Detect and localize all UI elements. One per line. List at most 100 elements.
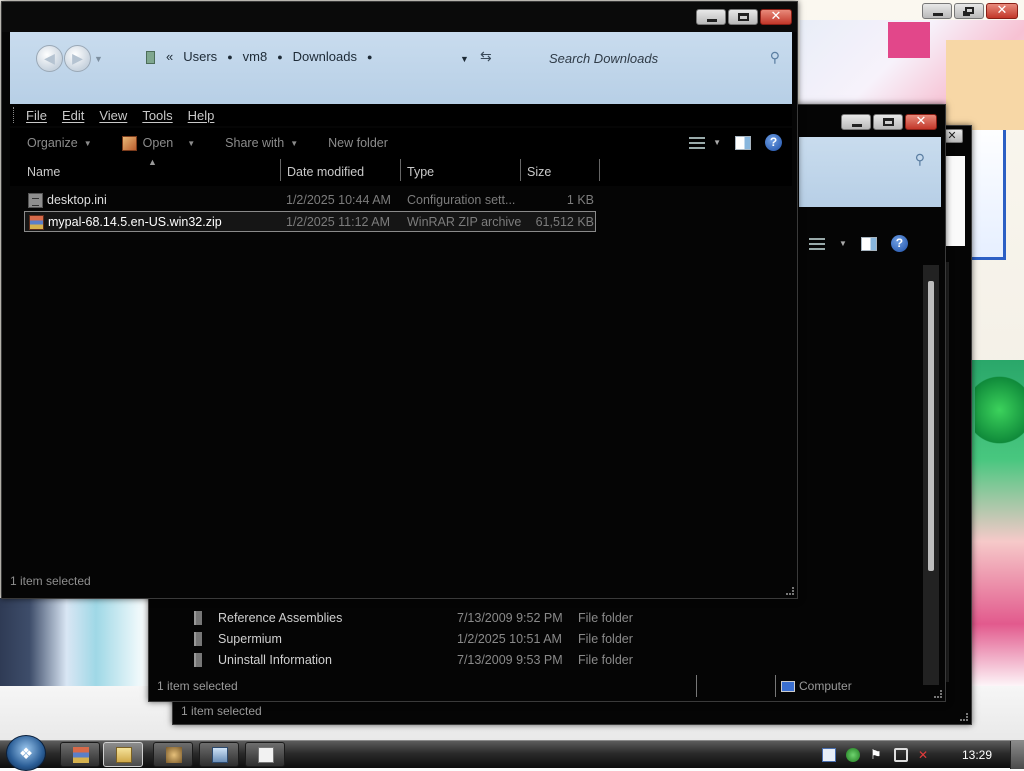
sort-ascending-icon: ▲ [148,157,157,167]
taskbar-button-explorer[interactable] [103,742,143,767]
new-folder-button[interactable]: New folder [328,136,388,150]
scrollbar-thumb[interactable] [928,281,934,571]
menu-view[interactable]: View [99,108,127,123]
file-row[interactable]: desktop.ini 1/2/2025 10:44 AM Configurat… [24,190,596,211]
change-view-icon[interactable] [809,237,825,250]
breadcrumb: « Users ● vm8 ● Downloads ● [166,49,372,64]
command-bar: Organize ▼ Open ▼ Share with ▼ New folde… [10,128,792,158]
volume-muted-icon[interactable]: ✕ [918,748,932,762]
search-icon[interactable]: ⚲ [915,151,925,168]
back-button[interactable]: ◀ [36,45,63,72]
clock[interactable]: 13:29 [944,748,1010,762]
winrar-archive-icon [29,215,44,230]
column-divider[interactable] [280,159,281,181]
chevron-down-icon[interactable]: ▼ [839,239,847,248]
restore-button[interactable] [954,3,984,19]
open-button[interactable]: Open ▼ [121,135,196,151]
breadcrumb-overflow[interactable]: « [166,49,173,64]
change-view-icon[interactable] [689,136,706,149]
close-button[interactable]: ✕ [760,9,792,25]
taskbar-button-network-program[interactable] [199,742,239,767]
help-icon[interactable]: ? [890,235,908,252]
menu-help[interactable]: Help [188,108,215,123]
menu-grip[interactable] [13,107,16,123]
wallpaper-lower-left-art [0,598,148,686]
resize-grip[interactable] [786,587,794,595]
breadcrumb-separator-icon[interactable]: ● [277,52,282,62]
vertical-scrollbar[interactable] [923,265,939,685]
recent-pages-chevron-icon[interactable]: ▼ [94,54,103,64]
search-input[interactable] [541,46,786,70]
share-with-button[interactable]: Share with ▼ [225,136,298,150]
taskbar-button-winrar[interactable] [60,742,100,767]
resize-grip[interactable] [934,690,942,698]
taskbar-button-notepad[interactable] [245,742,285,767]
start-button[interactable]: ❖ [6,735,46,771]
address-band-fragment: ⚲ [799,137,941,207]
list-item[interactable]: Supermium 1/2/2025 10:51 AM File folder [194,629,754,649]
breadcrumb-separator-icon[interactable]: ● [367,52,372,62]
minimize-button[interactable] [922,3,952,19]
explorer-window-downloads[interactable]: ✕ ◀ ▶ ▼ « Users ● vm8 ● Downloads ● ▼ ⇆ … [1,1,798,599]
address-history-chevron-icon[interactable]: ▼ [460,54,469,64]
menu-edit[interactable]: Edit [62,108,84,123]
back-arrow-icon: ◀ [44,50,55,66]
action-center-flag-icon[interactable]: ⚑ [870,748,884,762]
refresh-icon[interactable]: ⇆ [480,48,492,65]
settings-file-icon [28,193,43,208]
breadcrumb-users[interactable]: Users [183,49,217,64]
folder-location-icon [146,51,155,64]
column-divider[interactable] [599,159,600,181]
file-name: desktop.ini [47,193,107,207]
chevron-down-icon[interactable]: ▼ [713,138,721,147]
resize-grip[interactable] [960,713,968,721]
windows-logo-icon: ❖ [18,746,34,763]
column-divider[interactable] [520,159,521,181]
winrar-icon [73,747,89,763]
preview-pane-icon[interactable] [735,135,751,150]
search-box[interactable]: ⚲ [541,46,786,70]
close-button[interactable]: ✕ [905,114,937,130]
security-check-icon[interactable] [846,748,860,762]
column-header-date-modified[interactable]: Date modified [287,165,364,179]
file-row-selected[interactable]: mypal-68.14.5.en-US.win32.zip 1/2/2025 1… [24,211,596,232]
breadcrumb-separator-icon[interactable]: ● [227,52,232,62]
help-icon[interactable]: ? [765,134,782,151]
column-headers: ▲ Name Date modified Type Size [10,157,792,186]
organize-button[interactable]: Organize ▼ [27,136,92,150]
minimize-button[interactable] [696,9,726,25]
address-band: ◀ ▶ ▼ « Users ● vm8 ● Downloads ● ▼ ⇆ ⚲ [10,32,792,104]
column-header-name[interactable]: Name [27,165,60,179]
column-divider[interactable] [400,159,401,181]
menu-tools[interactable]: Tools [142,108,172,123]
breadcrumb-downloads[interactable]: Downloads [293,49,357,64]
list-item[interactable]: Uninstall Information 7/13/2009 9:53 PM … [194,650,754,670]
minimize-button[interactable] [841,114,871,130]
forward-button[interactable]: ▶ [64,45,91,72]
preview-pane-icon[interactable] [860,236,877,251]
network-icon[interactable] [894,748,908,762]
system-tray: ⚑ ✕ 13:29 [812,741,1024,769]
close-button[interactable]: ✕ [986,3,1018,19]
breadcrumb-vm8[interactable]: vm8 [243,49,268,64]
wallpaper-blue-sign [968,120,1006,260]
show-desktop-button[interactable] [1010,741,1024,769]
status-location: Computer [781,679,852,693]
menu-bar: File Edit View Tools Help [10,104,792,126]
title-bar[interactable]: ✕ [2,2,797,32]
maximize-button[interactable] [873,114,903,130]
list-item[interactable]: Reference Assemblies 7/13/2009 9:52 PM F… [194,608,754,628]
document-tray-icon[interactable] [822,748,836,762]
file-name: mypal-68.14.5.en-US.win32.zip [48,215,222,229]
folder-icon [194,653,202,667]
item-type: File folder [578,611,633,625]
column-header-type[interactable]: Type [407,165,434,179]
menu-file[interactable]: File [26,108,47,123]
chevron-down-icon: ▼ [187,138,196,148]
background-window-top-right[interactable]: ✕ [796,0,1024,100]
search-icon[interactable]: ⚲ [770,49,780,66]
file-date: 1/2/2025 10:44 AM [286,193,391,207]
column-header-size[interactable]: Size [527,165,551,179]
taskbar-button-program[interactable] [153,742,193,767]
maximize-button[interactable] [728,9,758,25]
